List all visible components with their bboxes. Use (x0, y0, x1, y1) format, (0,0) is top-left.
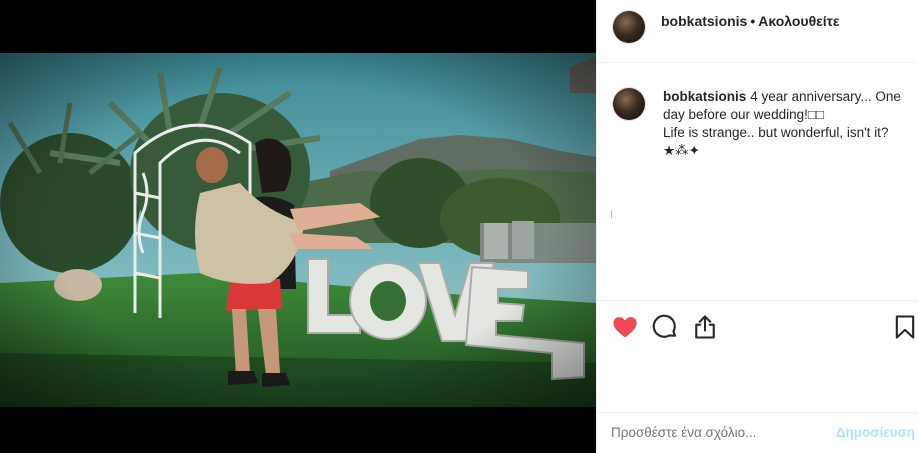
post-comment-button[interactable]: Δημοσίευση (836, 425, 915, 440)
caption-author-username[interactable]: bobkatsionis (663, 89, 746, 104)
post-sidebar: bobkatsionis • Ακολουθείτε bobkatsionis 4 y… (596, 0, 918, 453)
header-separator: • (750, 13, 756, 29)
caption-author-avatar[interactable] (613, 88, 645, 120)
comment-input[interactable] (611, 425, 811, 440)
instagram-post-modal: bobkatsionis • Ακολουθείτε bobkatsionis 4 y… (0, 0, 918, 453)
bookmark-icon[interactable] (891, 313, 918, 341)
caption-emoji: ★⁂✦ (663, 143, 700, 158)
author-username[interactable]: bobkatsionis (661, 13, 747, 29)
share-icon[interactable] (691, 313, 719, 341)
post-header: bobkatsionis • Ακολουθείτε (597, 0, 918, 63)
post-media[interactable] (0, 0, 596, 453)
caption-text-line2: Life is strange.. but wonderful, isn't i… (663, 125, 889, 140)
post-caption: bobkatsionis 4 year anniversary... One da… (663, 88, 907, 160)
heart-icon[interactable] (611, 313, 639, 341)
add-comment-bar: Δημοσίευση (597, 412, 918, 453)
author-avatar[interactable] (613, 11, 645, 43)
post-photo[interactable] (0, 53, 596, 407)
action-bar (597, 300, 918, 352)
comment-icon[interactable] (651, 313, 679, 341)
follow-status-button[interactable]: Ακολουθείτε (758, 13, 839, 29)
comments-scroll-marker (611, 210, 612, 218)
post-header-text: bobkatsionis • Ακολουθείτε (661, 13, 840, 29)
